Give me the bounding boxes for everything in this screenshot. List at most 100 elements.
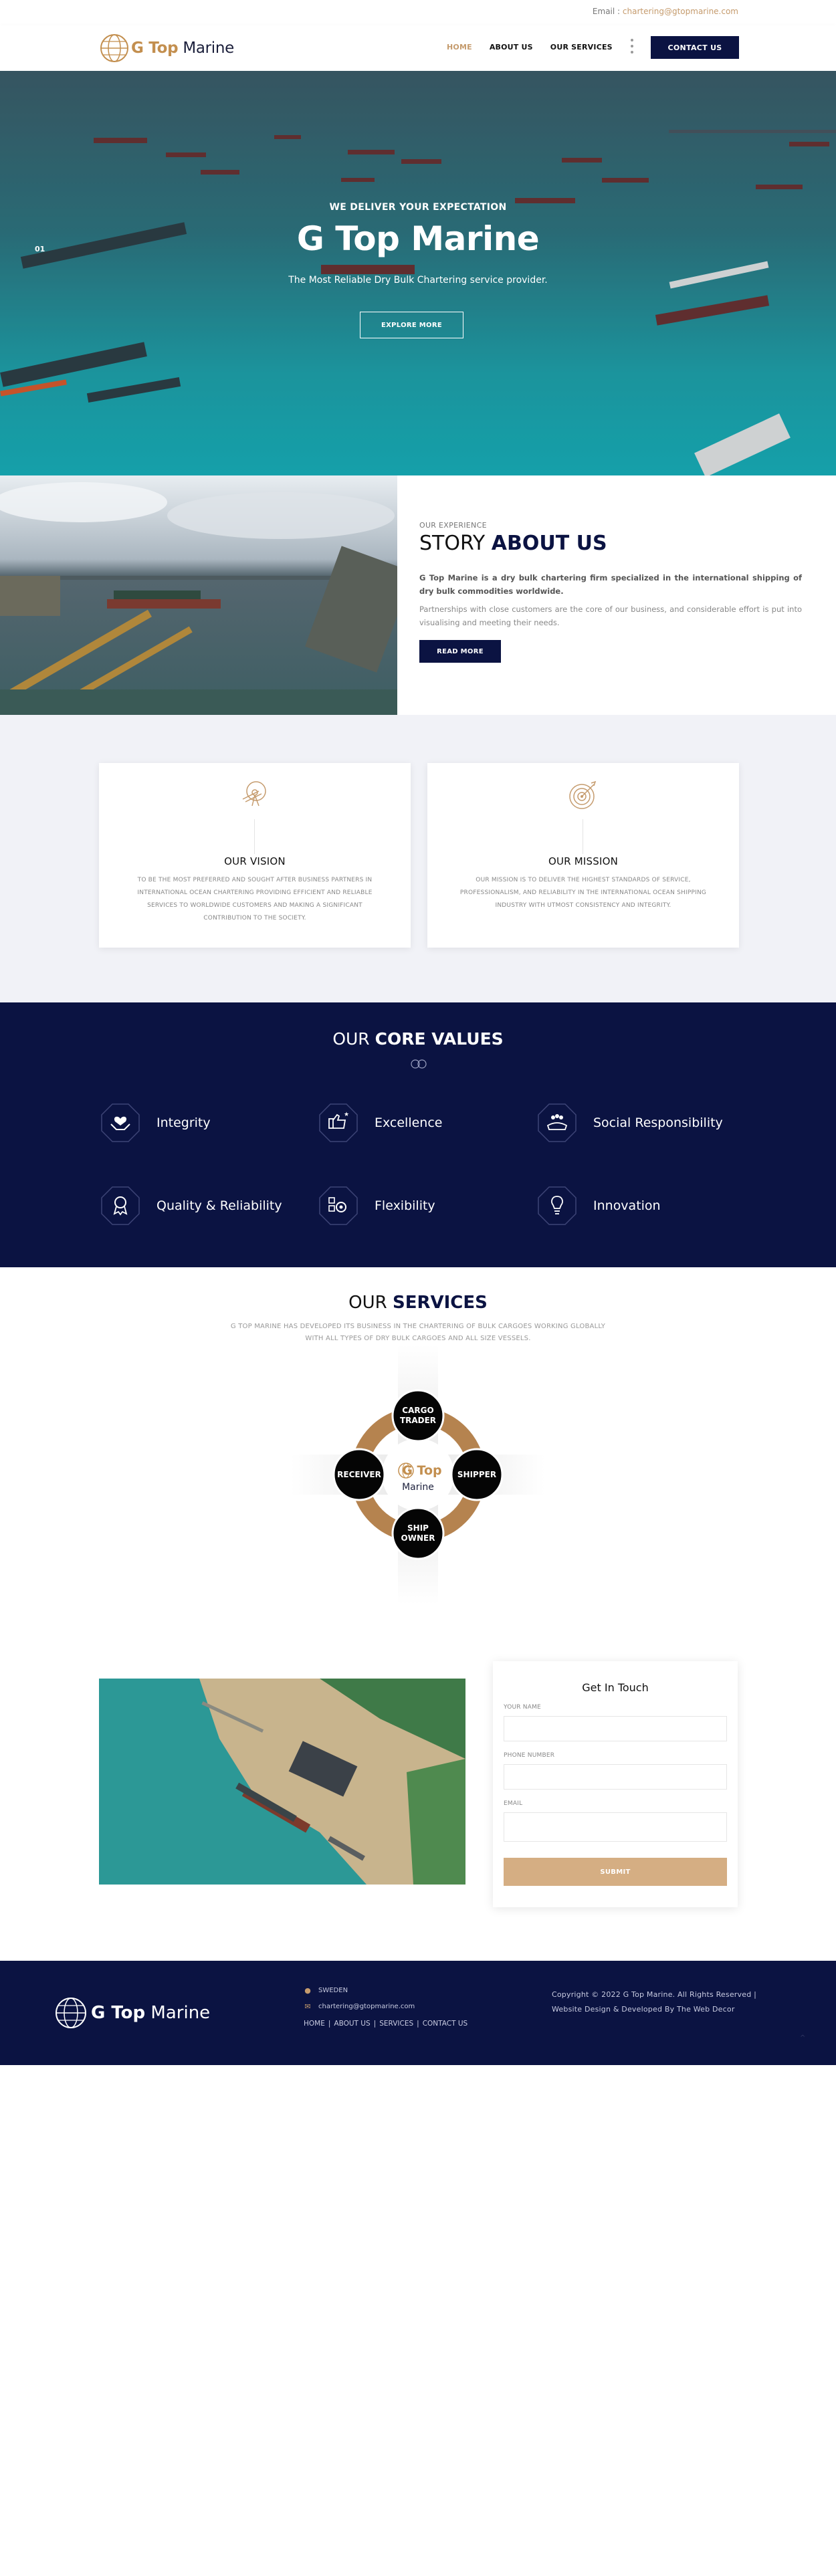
phone-label: PHONE NUMBER [504,1752,555,1759]
footer-link-about[interactable]: ABOUT US [334,2020,370,2028]
hero-subtitle: The Most Reliable Dry Bulk Chartering se… [288,275,548,286]
more-menu-icon[interactable] [630,39,634,53]
hero-banner: 01 WE DELIVER YOUR EXPECTATION G Top Mar… [0,71,836,475]
about-paragraph: Partnerships with close customers are th… [419,605,802,627]
about-title-light: STORY [419,532,486,555]
node-cargo-trader[interactable]: CARGO TRADER [391,1389,445,1442]
mission-target-icon [569,780,597,809]
core-value-social-responsibility: Social Responsibility [536,1101,723,1144]
award-ribbon-icon [101,1186,140,1225]
hero-overlay [0,71,836,475]
about-title: STORY ABOUT US [419,532,607,555]
vision-text: TO BE THE MOST PREFERRED AND SOUGHT AFTE… [137,877,373,922]
link-separator: | [417,2020,419,2028]
core-value-label: Innovation [593,1198,661,1213]
core-values-title-bold: CORE VALUES [375,1029,504,1049]
phone-field[interactable] [504,1764,727,1790]
footer-link-services[interactable]: SERVICES [379,2020,413,2028]
about-eyebrow: OUR EXPERIENCE [419,521,487,530]
read-more-button[interactable]: READ MORE [419,640,501,663]
about-lead: G Top Marine is a dry bulk chartering fi… [419,573,802,596]
email-link[interactable]: chartering@gtopmarine.com [623,7,738,16]
services-section: OUR SERVICES G TOP MARINE HAS DEVELOPED … [0,1267,836,1648]
logo-text: G Top Marine [131,39,234,57]
explore-more-button[interactable]: EXPLORE MORE [360,312,463,338]
vision-mission-section: OUR VISION TO BE THE MOST PREFERRED AND … [0,715,836,1002]
globe-logo-icon [100,34,128,62]
footer-link-contact[interactable]: CONTACT US [423,2020,467,2028]
community-hands-icon [538,1103,577,1142]
nav-about-us[interactable]: ABOUT US [490,43,533,51]
about-harbor-image [0,475,397,715]
submit-button[interactable]: SUBMIT [504,1858,727,1886]
services-title-bold: SERVICES [392,1293,488,1313]
core-value-quality-reliability: Quality & Reliability [99,1184,282,1227]
site-header: G Top Marine HOME ABOUT US OUR SERVICES … [0,25,836,71]
core-value-integrity: Integrity [99,1101,211,1144]
globe-logo-icon [56,1998,86,2028]
core-value-excellence: ★ Excellence [317,1101,442,1144]
link-separator: | [373,2020,377,2028]
core-values-title: OUR CORE VALUES [0,1029,836,1049]
core-value-flexibility: Flexibility [317,1184,435,1227]
core-values-section: OUR CORE VALUES Integrity ★ Excellence S… [0,1002,836,1267]
contact-us-button[interactable]: CONTACT US [651,36,739,59]
email-label: Email : [592,7,621,16]
node-label-line2: TRADER [400,1416,436,1425]
node-label-line1: RECEIVER [337,1470,381,1479]
node-label-line2: OWNER [401,1533,435,1543]
footer-email-link[interactable]: chartering@gtopmarine.com [318,2003,415,2010]
top-bar: Email : chartering@gtopmarine.com [0,0,836,25]
harbor-photo [0,475,397,715]
email-field[interactable] [504,1812,727,1842]
nav-our-services[interactable]: OUR SERVICES [550,43,613,51]
hero-pretitle: WE DELIVER YOUR EXPECTATION [329,202,507,213]
center-logo-word1: G Top [402,1463,441,1478]
site-logo[interactable]: G Top Marine [99,32,234,64]
scroll-top-icon[interactable]: ^ [800,2034,811,2045]
mission-title: OUR MISSION [548,855,619,867]
footer-link-home[interactable]: HOME [304,2020,325,2028]
about-title-bold: ABOUT US [491,532,607,555]
vision-card: OUR VISION TO BE THE MOST PREFERRED AND … [99,763,411,948]
footer-location: ● SWEDEN [304,1986,348,1995]
hands-heart-icon [101,1103,140,1142]
services-title-light: OUR [348,1293,387,1313]
contact-form: Get In Touch YOUR NAME PHONE NUMBER EMAI… [493,1661,738,1907]
svg-text:★: ★ [344,1111,349,1118]
core-values-title-light: OUR [332,1029,370,1049]
services-description: G TOP MARINE HAS DEVELOPED ITS BUSINESS … [230,1323,606,1342]
core-value-label: Quality & Reliability [156,1198,282,1213]
footer-logo-word1: G Top [91,2003,146,2023]
node-label-line1: SHIPPER [457,1470,496,1479]
link-separator: | [328,2020,331,2028]
core-value-label: Excellence [375,1115,443,1130]
mission-card: OUR MISSION OUR MISSION IS TO DELIVER TH… [427,763,739,948]
port-photo [99,1679,465,1885]
logo-word-marine: Marine [183,39,235,57]
name-field[interactable] [504,1716,727,1741]
map-pin-icon: ● [304,1986,311,1995]
name-label: YOUR NAME [504,1704,541,1711]
about-section: OUR EXPERIENCE STORY ABOUT US G Top Mari… [397,475,836,715]
thumbs-up-stars-icon: ★ [319,1103,358,1142]
footer-location-text: SWEDEN [318,1987,348,1994]
node-receiver[interactable]: RECEIVER [332,1448,386,1501]
services-cycle-diagram: G Top Marine CARGO TRADER RECEIVER SHIPP… [291,1344,545,1605]
vision-telescope-icon [242,781,266,807]
logo-word-gtop: G Top [131,39,179,57]
lightbulb-icon [538,1186,577,1225]
nav-home[interactable]: HOME [447,43,472,51]
copyright-text: Copyright © 2022 G Top Marine. All Right… [552,1990,756,2014]
node-label-line1: SHIP [407,1523,429,1533]
hero-title: G Top Marine [296,219,540,258]
core-value-label: Social Responsibility [593,1115,723,1130]
header-email: Email : chartering@gtopmarine.com [593,7,738,16]
node-ship-owner[interactable]: SHIP OWNER [391,1507,445,1560]
footer-links: HOME | ABOUT US | SERVICES | CONTACT US [304,2020,467,2028]
core-value-innovation: Innovation [536,1184,661,1227]
footer-logo[interactable]: G Top Marine [54,1996,210,2030]
node-shipper[interactable]: SHIPPER [450,1448,504,1501]
email-label: EMAIL [504,1800,523,1807]
site-footer: G Top Marine ● SWEDEN ✉ chartering@gtopm… [0,1961,836,2065]
